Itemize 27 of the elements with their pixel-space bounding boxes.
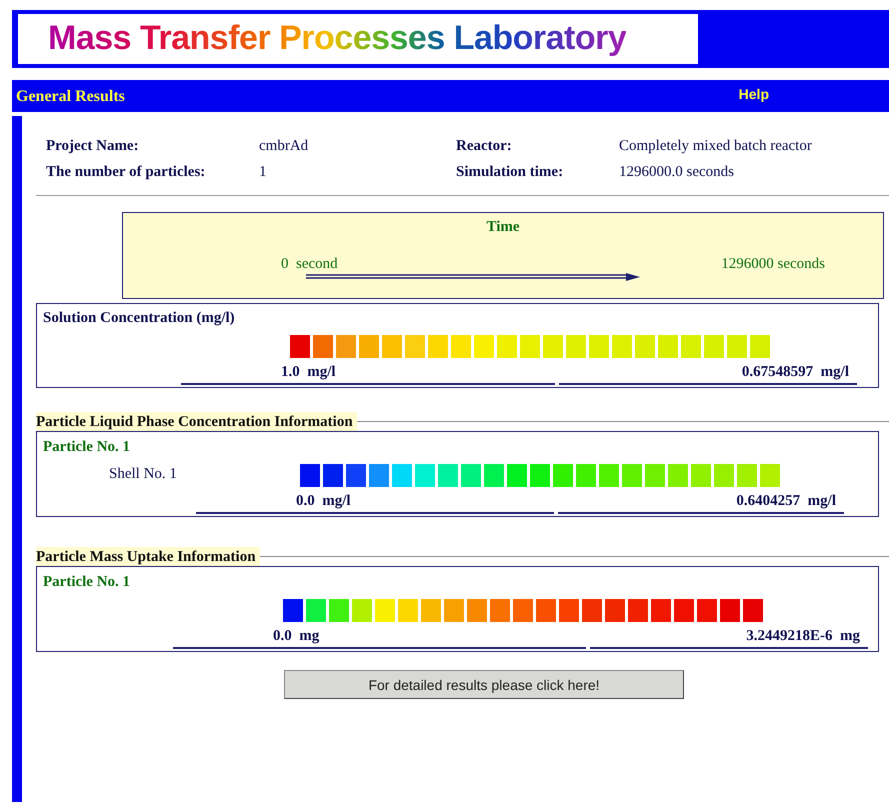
field-label: The number of particles: <box>46 164 206 181</box>
detailed-results-button[interactable]: For detailed results please click here! <box>284 670 684 699</box>
min-value: 0.0 mg/l <box>196 493 554 514</box>
min-value: 1.0 mg/l <box>181 364 555 385</box>
max-value: 0.6404257 mg/l <box>558 493 844 514</box>
page-title: General Results <box>16 88 125 106</box>
field-label: Reactor: <box>456 138 513 155</box>
min-value: 0.0 mg <box>173 628 586 649</box>
shell-label: Shell No. 1 <box>108 466 178 483</box>
particle-label: Particle No. 1 <box>43 574 130 590</box>
section-title: Particle Mass Uptake Information <box>36 547 260 566</box>
section-title: Particle Liquid Phase Concentration Information <box>36 412 357 431</box>
max-value: 3.2449218E-6 mg <box>590 628 868 649</box>
field-value: cmbrAd <box>259 138 310 155</box>
arrow-icon <box>306 273 640 281</box>
particle-label: Particle No. 1 <box>43 439 130 455</box>
field-label: Project Name: <box>46 138 140 155</box>
field-value: Completely mixed batch reactor <box>619 138 813 155</box>
field-value: 1296000.0 seconds <box>619 164 735 181</box>
field-value: 1 <box>259 164 268 181</box>
help-link[interactable]: Help <box>738 86 769 102</box>
max-value: 0.67548597 mg/l <box>559 364 857 385</box>
time-start: 0 second <box>281 256 338 273</box>
panel-title: Solution Concentration (mg/l) <box>43 310 236 327</box>
field-label: Simulation time: <box>456 164 564 181</box>
time-end: 1296000 seconds <box>721 256 825 273</box>
time-title: Time <box>486 219 520 236</box>
